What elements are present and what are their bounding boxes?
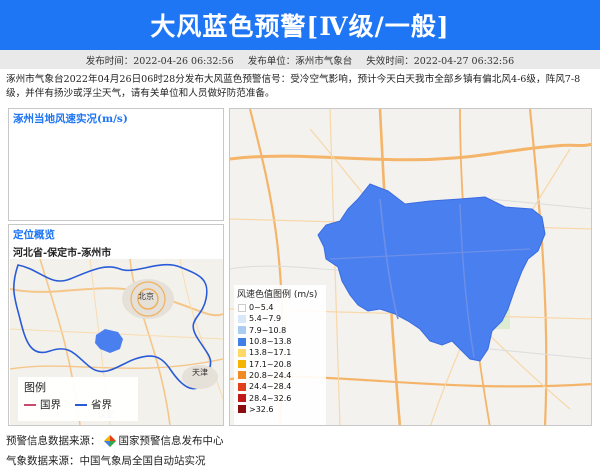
location-panel-title: 定位概览 [13, 229, 55, 241]
early-warning-logo-icon [103, 434, 116, 447]
publish-time: 发布时间：2022-04-26 06:32:56 [85, 55, 234, 67]
national-border-line-icon [24, 403, 36, 406]
wind-speed-panel: 涿州当地风速实况(m/s) [8, 108, 224, 221]
warning-source-label: 预警信息数据来源： [6, 435, 101, 447]
tianjin-label: 天津 [192, 368, 208, 377]
wind-legend-label: 28.4~32.6 [249, 393, 292, 403]
warning-description: 涿州市气象台2022年04月26日06时28分发布大风蓝色预警信号：受冷空气影响… [6, 74, 581, 99]
swatch [238, 326, 246, 335]
wind-legend-item: 5.4~7.9 [234, 313, 326, 324]
province-border-line-icon [75, 403, 87, 406]
wind-legend-title: 风速色值图例 (m/s) [237, 290, 318, 300]
wind-panel-title: 涿州当地风速实况(m/s) [13, 113, 128, 125]
map-legend-title: 图例 [24, 381, 46, 394]
beijing-label: 北京 [138, 292, 154, 301]
wind-legend-item: >32.6 [234, 404, 326, 415]
publisher: 发布单位：涿州市气象台 [247, 55, 353, 67]
wind-legend-label: 0~5.4 [249, 303, 274, 313]
swatch [238, 360, 246, 369]
page-header: 大风蓝色预警[Ⅳ级/一般] [0, 0, 600, 50]
swatch [238, 405, 246, 414]
wind-legend-item: 17.1~20.8 [234, 358, 326, 369]
wind-legend-label: 10.8~13.8 [249, 337, 292, 347]
legend-national-border: 国界 [40, 399, 61, 411]
wind-legend-item: 0~5.4 [234, 302, 326, 313]
swatch [238, 371, 246, 380]
wind-legend-item: 28.4~32.6 [234, 392, 326, 403]
location-panel: 定位概览 河北省-保定市-涿州市 北京 天津 保定 图例 [8, 224, 224, 426]
main-warning-map[interactable]: 风速色值图例 (m/s) 0~5.4 5.4~7.9 7.9~10.8 10.8… [229, 108, 592, 426]
wind-legend-label: 5.4~7.9 [249, 314, 282, 324]
wind-legend-item: 10.8~13.8 [234, 336, 326, 347]
swatch [238, 348, 246, 357]
expire-time: 失效时间：2022-04-27 06:32:56 [366, 55, 515, 67]
swatch [238, 394, 246, 403]
warning-source-link[interactable]: 国家预警信息发布中心 [119, 433, 224, 448]
warning-source-line: 预警信息数据来源： 国家预警信息发布中心 [6, 433, 224, 448]
swatch [238, 337, 246, 346]
swatch [238, 382, 246, 391]
wind-legend-item: 13.8~17.1 [234, 347, 326, 358]
wind-legend-label: 17.1~20.8 [249, 359, 292, 369]
wind-legend-label: 7.9~10.8 [249, 325, 287, 335]
legend-items: 国界 省界 [18, 397, 138, 412]
wind-legend-label: 20.8~24.4 [249, 370, 292, 380]
wind-legend-item: 20.8~24.4 [234, 370, 326, 381]
wind-legend-item: 7.9~10.8 [234, 325, 326, 336]
weather-source-line: 气象数据来源：中国气象局全国自动站实况 [6, 455, 206, 467]
page-title: 大风蓝色预警[Ⅳ级/一般] [150, 12, 450, 41]
legend-province-border: 省界 [91, 399, 112, 411]
wind-legend-item: 24.4~28.4 [234, 381, 326, 392]
overview-map[interactable]: 北京 天津 保定 图例 国界 省界 [9, 258, 224, 426]
meta-bar: 发布时间：2022-04-26 06:32:56 发布单位：涿州市气象台 失效时… [0, 50, 600, 69]
location-path: 河北省-保定市-涿州市 [13, 248, 112, 259]
wind-legend-label: 13.8~17.1 [249, 348, 292, 358]
swatch [238, 303, 246, 312]
wind-legend-label: 24.4~28.4 [249, 382, 292, 392]
swatch [238, 314, 246, 323]
map-legend: 图例 国界 省界 [18, 377, 138, 421]
wind-legend-label: >32.6 [249, 404, 274, 414]
wind-speed-legend: 风速色值图例 (m/s) 0~5.4 5.4~7.9 7.9~10.8 10.8… [234, 285, 326, 425]
